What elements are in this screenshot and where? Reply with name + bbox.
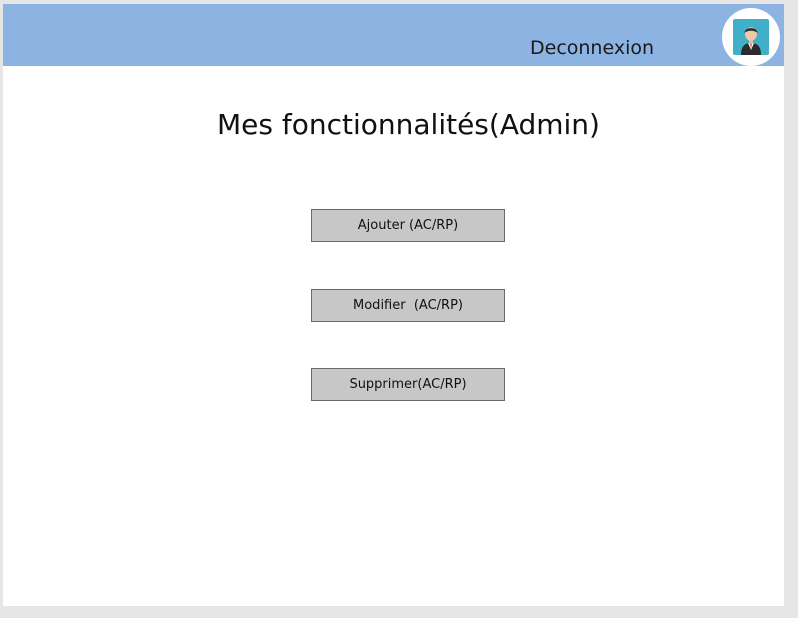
top-header: Deconnexion [3,4,784,66]
avatar[interactable] [722,8,780,66]
page-title: Mes fonctionnalités(Admin) [217,108,600,141]
edit-button[interactable]: Modifier (AC/RP) [311,289,505,322]
logout-link[interactable]: Deconnexion [530,37,654,59]
user-avatar-icon [733,19,769,55]
add-button[interactable]: Ajouter (AC/RP) [311,209,505,242]
delete-button[interactable]: Supprimer(AC/RP) [311,368,505,401]
page-canvas: Deconnexion Mes fonctionnalités(Admin) A… [3,4,784,606]
